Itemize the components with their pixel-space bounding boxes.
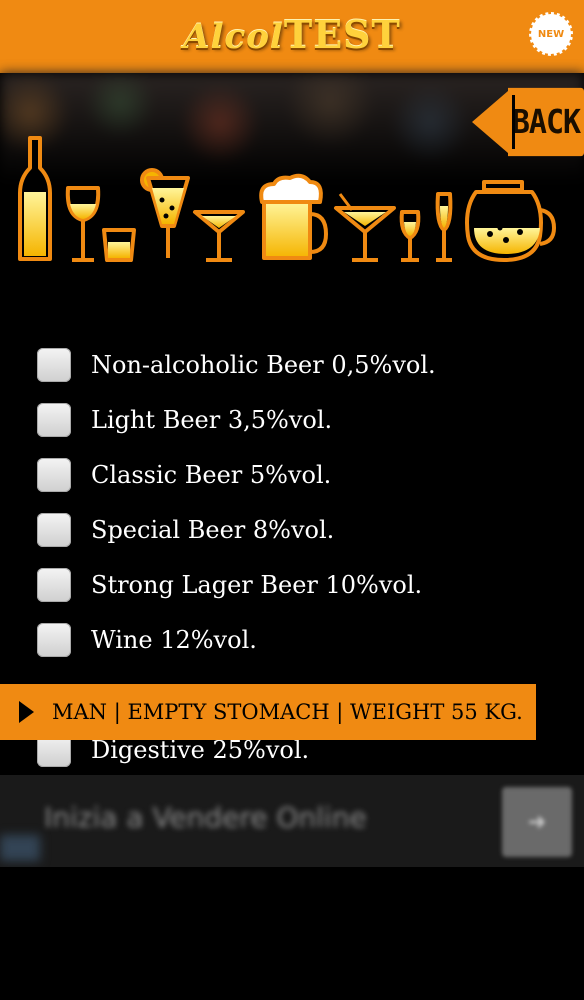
profile-status-bar[interactable]: MAN | EMPTY STOMACH | WEIGHT 55 KG.	[0, 684, 536, 740]
app-header: AlcolTEST NEW	[0, 0, 584, 73]
list-item[interactable]: Light Beer 3,5%vol.	[37, 400, 332, 440]
small-glass-icon	[399, 210, 421, 262]
cocktail-icon	[140, 168, 190, 258]
list-item[interactable]: Classic Beer 5%vol.	[37, 455, 331, 495]
drink-checkbox[interactable]	[37, 623, 71, 657]
flute-icon	[435, 192, 453, 262]
arrow-icon[interactable]: ➜	[502, 787, 572, 857]
list-item[interactable]: Wine 12%vol.	[37, 620, 257, 660]
shot-glass-icon	[102, 228, 136, 262]
drink-label: Wine 12%vol.	[91, 626, 257, 654]
drink-label: Strong Lager Beer 10%vol.	[91, 571, 423, 599]
ad-text: Inizia a Vendere Online	[44, 801, 367, 834]
drink-checkbox[interactable]	[37, 513, 71, 547]
drink-checkbox[interactable]	[37, 568, 71, 602]
drink-checkbox[interactable]	[37, 403, 71, 437]
cocktail-glass-icon	[334, 193, 396, 262]
new-badge-label: NEW	[537, 28, 565, 40]
drink-label: Non-alcoholic Beer 0,5%vol.	[91, 351, 436, 379]
wine-glass-icon	[65, 186, 101, 262]
app-logo: AlcolTEST	[0, 12, 584, 57]
drinks-illustration	[18, 136, 556, 262]
logo-part-test: TEST	[283, 12, 401, 57]
drink-label: Digestive 25%vol.	[91, 736, 310, 764]
list-item[interactable]: Non-alcoholic Beer 0,5%vol.	[37, 345, 436, 385]
drink-label: Light Beer 3,5%vol.	[91, 406, 333, 434]
list-item[interactable]: Special Beer 8%vol.	[37, 510, 334, 550]
drink-checkbox[interactable]	[37, 348, 71, 382]
ad-banner[interactable]: Inizia a Vendere Online ➜	[0, 775, 584, 867]
list-item[interactable]: Strong Lager Beer 10%vol.	[37, 565, 422, 605]
play-arrow-icon	[19, 701, 34, 723]
drink-checkbox[interactable]	[37, 458, 71, 492]
martini-glass-icon	[193, 210, 245, 262]
new-badge-icon[interactable]: NEW	[529, 12, 573, 56]
drink-label: Special Beer 8%vol.	[91, 516, 335, 544]
profile-status-text: MAN | EMPTY STOMACH | WEIGHT 55 KG.	[52, 700, 523, 724]
bottle-icon	[18, 136, 52, 261]
beer-mug-icon	[259, 173, 328, 260]
jug-icon	[465, 180, 556, 262]
ad-logo	[0, 835, 40, 861]
drink-label: Classic Beer 5%vol.	[91, 461, 332, 489]
logo-part-alcol: Alcol	[183, 17, 284, 57]
